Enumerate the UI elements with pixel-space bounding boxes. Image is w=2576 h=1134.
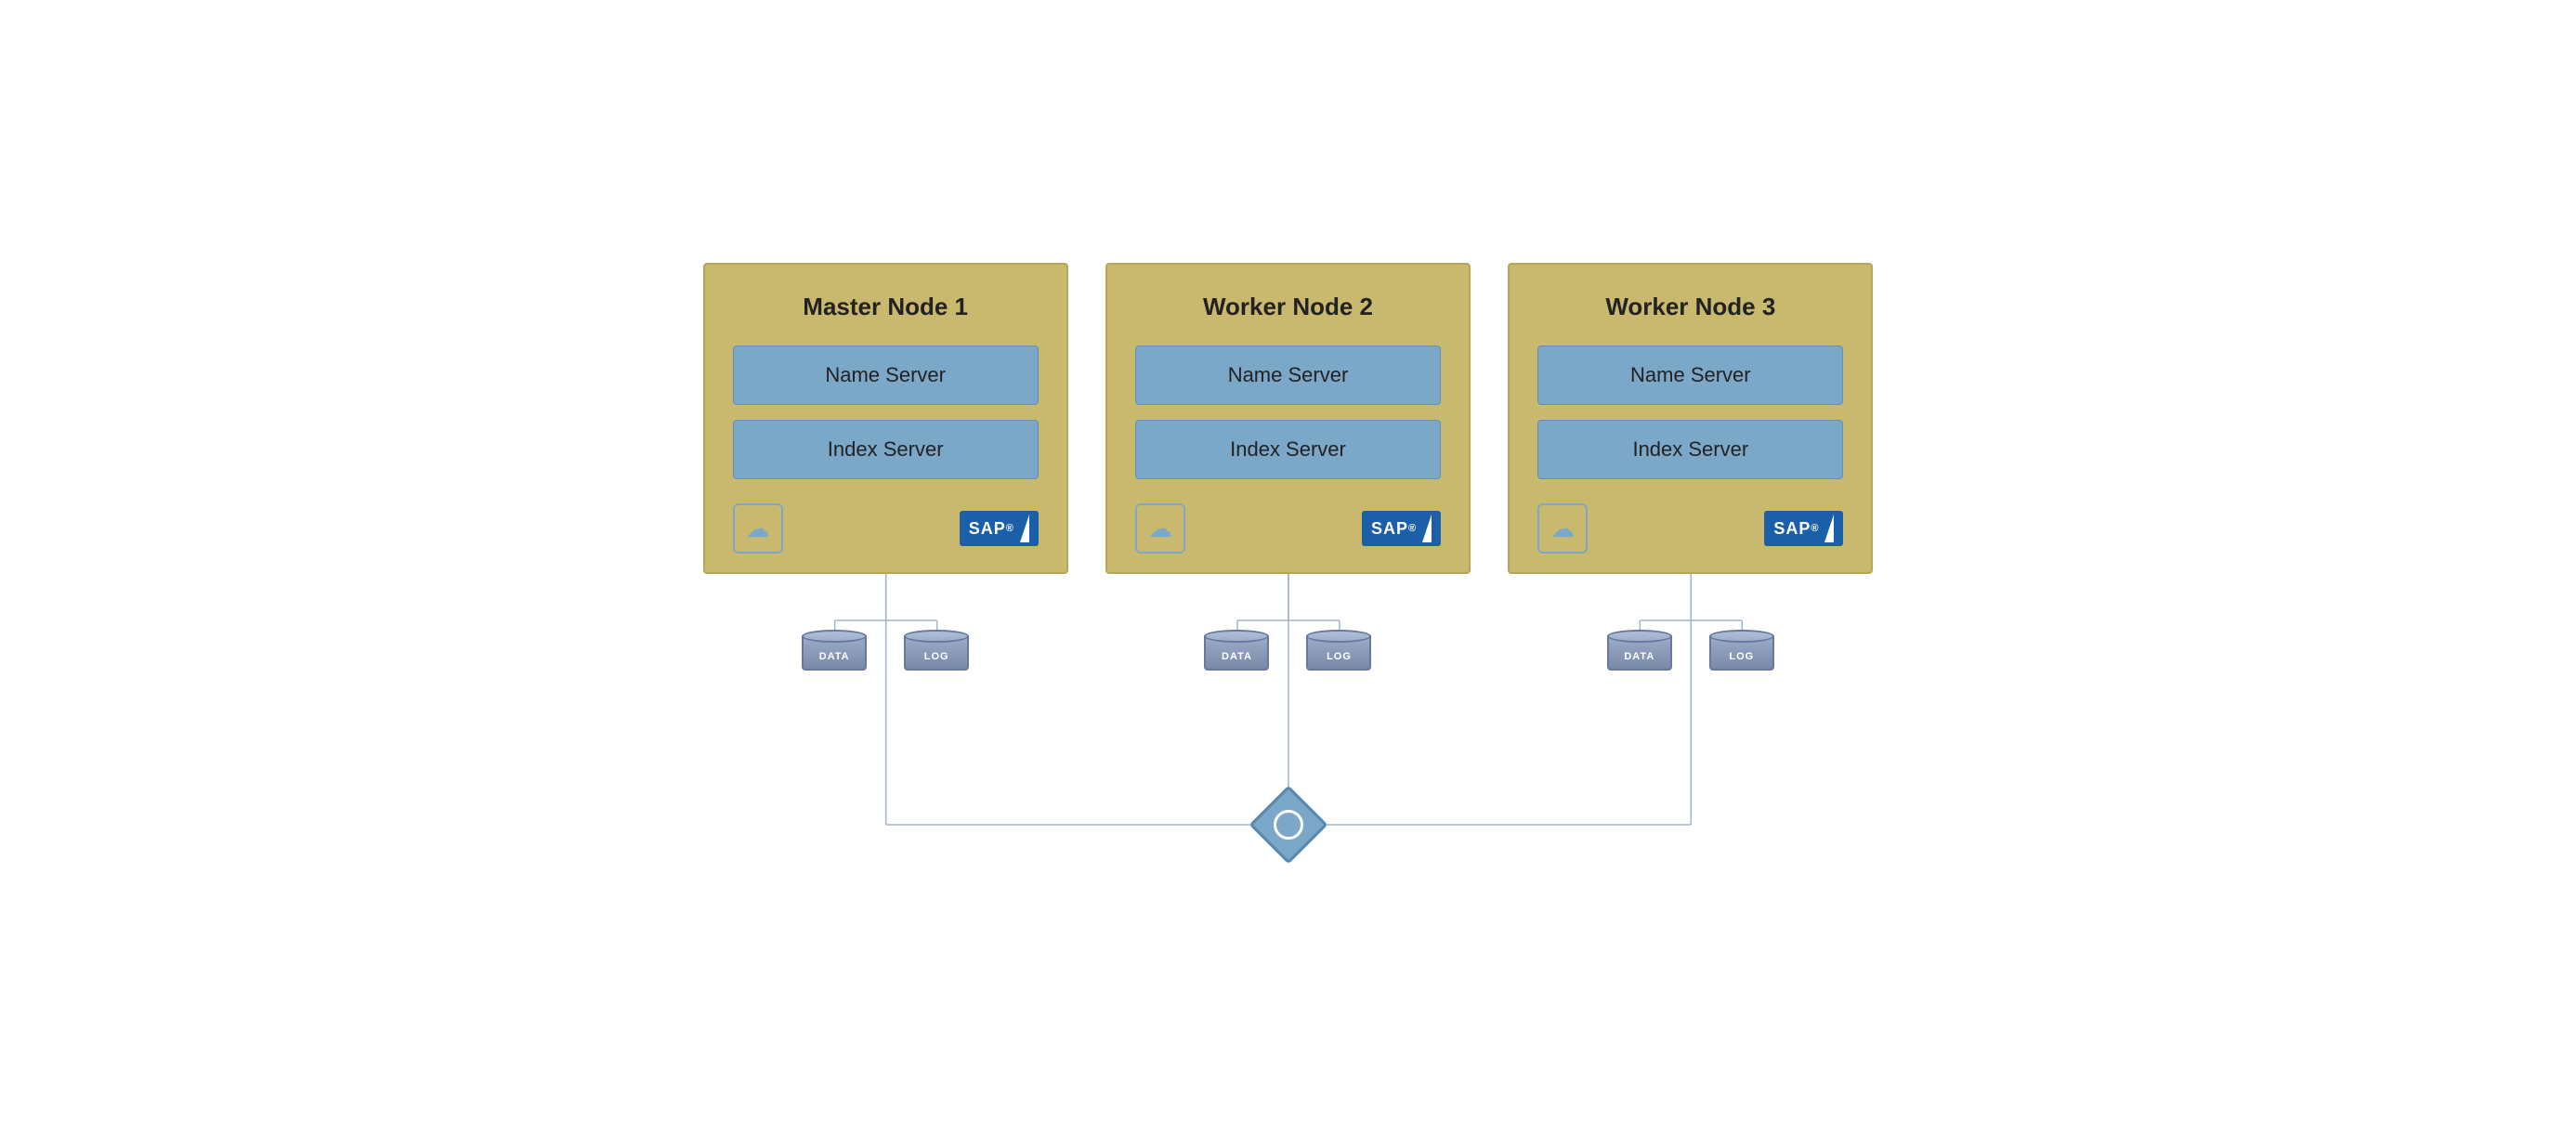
log-cylinder-1: LOG — [1306, 630, 1371, 676]
cloud-icon-1: ☁ — [1148, 515, 1172, 543]
name-server-service-2: Name Server — [1537, 345, 1843, 405]
data-label-1: DATA — [1222, 651, 1252, 662]
log-cylinder-shape-1: LOG — [1306, 630, 1371, 676]
sap-slash-1 — [1422, 515, 1432, 542]
name-server-service-1: Name Server — [1135, 345, 1441, 405]
nodes-row: Master Node 1 Name Server Index Server ☁… — [703, 263, 1874, 574]
log-cylinder-shape-0: LOG — [904, 630, 969, 676]
node-footer-2: ☁ SAP® — [1537, 503, 1843, 554]
data-cylinder-1: DATA — [1204, 630, 1269, 676]
data-cylinder-2: DATA — [1607, 630, 1672, 676]
diamond-shape — [1249, 786, 1327, 865]
log-cylinder-2: LOG — [1709, 630, 1774, 676]
cloud-icon-box-1: ☁ — [1135, 503, 1185, 554]
log-cylinder-top-0 — [904, 630, 969, 643]
data-cylinder-shape-2: DATA — [1607, 630, 1672, 676]
sap-slash-2 — [1824, 515, 1834, 542]
name-server-service-0: Name Server — [733, 345, 1039, 405]
worker-node-2-title: Worker Node 2 — [1135, 293, 1441, 321]
worker-node-box-2: Worker Node 2 Name Server Index Server ☁… — [1105, 263, 1471, 574]
sap-slash-0 — [1020, 515, 1029, 542]
worker-node-3-title: Worker Node 3 — [1537, 293, 1843, 321]
sap-text-0: SAP — [969, 519, 1006, 539]
diagram-container: Master Node 1 Name Server Index Server ☁… — [685, 226, 1892, 908]
log-label-1: LOG — [1327, 651, 1352, 662]
log-cylinder-shape-2: LOG — [1709, 630, 1774, 676]
cylinder-top-0 — [802, 630, 867, 643]
sap-text-2: SAP — [1773, 519, 1811, 539]
network-connector — [1261, 797, 1316, 853]
storage-group-0: DATA LOG — [802, 630, 969, 676]
cloud-icon-box-2: ☁ — [1537, 503, 1588, 554]
sap-text-1: SAP — [1371, 519, 1408, 539]
cloud-icon-box-0: ☁ — [733, 503, 783, 554]
cloud-icon-2: ☁ — [1550, 515, 1575, 543]
sap-reg-2: ® — [1811, 523, 1819, 534]
sap-logo-1: SAP® — [1362, 511, 1441, 546]
sap-logo-0: SAP® — [960, 511, 1039, 546]
log-label-0: LOG — [924, 651, 949, 662]
index-server-service-1: Index Server — [1135, 420, 1441, 479]
cylinder-top-2 — [1607, 630, 1672, 643]
cloud-icon-0: ☁ — [746, 515, 770, 543]
node-footer-1: ☁ SAP® — [1135, 503, 1441, 554]
log-label-2: LOG — [1729, 651, 1754, 662]
data-label-0: DATA — [819, 651, 850, 662]
sap-reg-0: ® — [1006, 523, 1014, 534]
index-server-service-0: Index Server — [733, 420, 1039, 479]
data-label-2: DATA — [1624, 651, 1654, 662]
storage-group-2: DATA LOG — [1607, 630, 1774, 676]
data-cylinder-shape-1: DATA — [1204, 630, 1269, 676]
diamond-inner — [1267, 803, 1309, 845]
data-cylinder-shape-0: DATA — [802, 630, 867, 676]
node-footer-0: ☁ SAP® — [733, 503, 1039, 554]
log-cylinder-top-2 — [1709, 630, 1774, 643]
index-server-service-2: Index Server — [1537, 420, 1843, 479]
data-cylinder-0: DATA — [802, 630, 867, 676]
worker-node-box-3: Worker Node 3 Name Server Index Server ☁… — [1508, 263, 1873, 574]
sap-logo-2: SAP® — [1764, 511, 1843, 546]
cylinder-top-1 — [1204, 630, 1269, 643]
storage-group-1: DATA LOG — [1204, 630, 1371, 676]
master-node-title: Master Node 1 — [733, 293, 1039, 321]
bottom-section: DATA LOG DATA — [703, 574, 1874, 871]
log-cylinder-top-1 — [1306, 630, 1371, 643]
master-node-box: Master Node 1 Name Server Index Server ☁… — [703, 263, 1068, 574]
log-cylinder-0: LOG — [904, 630, 969, 676]
sap-reg-1: ® — [1408, 523, 1417, 534]
